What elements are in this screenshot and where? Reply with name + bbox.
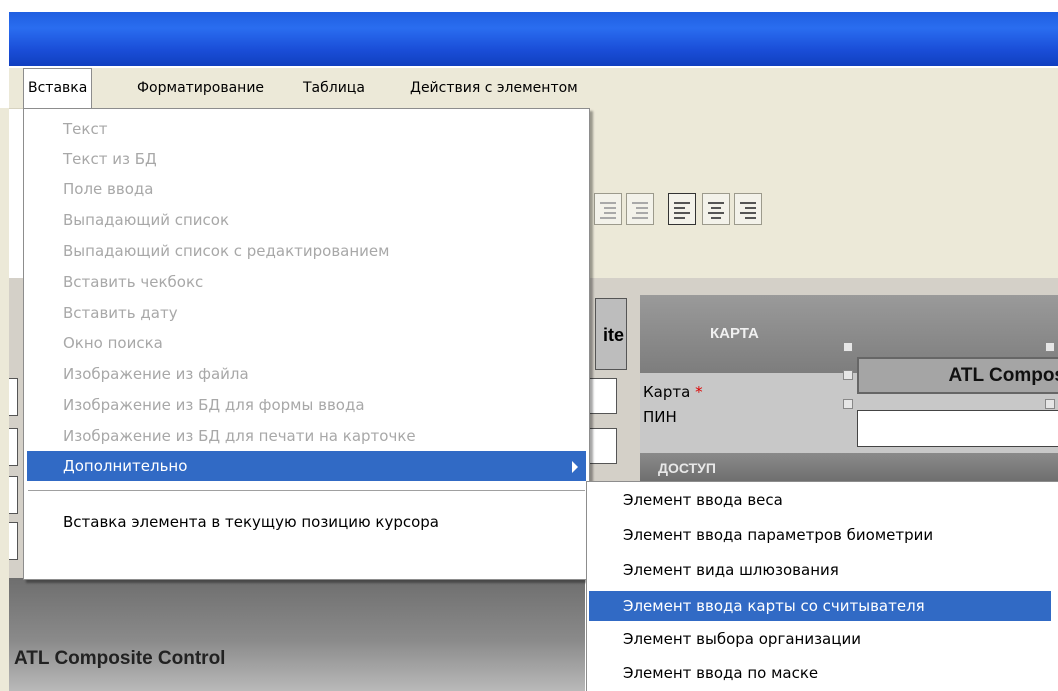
submenu-item-organization-select[interactable]: Элемент выбора организации	[587, 624, 1058, 654]
submenu-item-gateway-type[interactable]: Элемент вида шлюзования	[587, 555, 1058, 585]
menu-item-additional-label: Дополнительно	[63, 457, 188, 475]
menu-formatting[interactable]: Форматирование	[133, 68, 268, 108]
menu-item-additional[interactable]: Дополнительно	[27, 451, 586, 481]
menu-element-actions[interactable]: Действия с элементом	[406, 68, 582, 108]
composite-control-label: ATL Composite Control	[14, 648, 226, 669]
form-input-stub[interactable]	[9, 476, 18, 514]
resize-handle[interactable]	[1045, 399, 1055, 409]
menu-item-text-from-db[interactable]: Текст из БД	[24, 144, 589, 174]
menu-item-image-from-file[interactable]: Изображение из файла	[24, 359, 589, 389]
resize-handle[interactable]	[843, 370, 853, 380]
submenu-item-biometric-input[interactable]: Элемент ввода параметров биометрии	[587, 520, 1058, 550]
card-section-title: КАРТА	[710, 325, 759, 342]
increase-indent-button[interactable]	[626, 193, 654, 225]
additional-submenu: Элемент ввода веса Элемент ввода парамет…	[586, 481, 1058, 691]
pin-field-label: ПИН	[643, 408, 677, 426]
title-bar-fill	[9, 12, 1058, 66]
form-input-stub[interactable]	[9, 522, 18, 560]
composite-control-band	[9, 578, 585, 691]
composite-control-fragment[interactable]: ite	[595, 298, 627, 370]
menu-item-date[interactable]: Вставить дату	[24, 298, 589, 328]
menu-item-insert-at-cursor[interactable]: Вставка элемента в текущую позицию курсо…	[24, 507, 589, 537]
access-section-title: ДОСТУП	[658, 460, 716, 476]
submenu-item-mask-input[interactable]: Элемент ввода по маске	[587, 658, 1058, 688]
submenu-item-card-reader-input[interactable]: Элемент ввода карты со считывателя	[589, 591, 1051, 621]
atl-composite-control[interactable]: ATL Compos	[857, 357, 1058, 394]
menu-item-image-db-print[interactable]: Изображение из БД для печати на карточке	[24, 421, 589, 451]
card-label-text: Карта	[643, 383, 691, 401]
title-bar	[0, 0, 1058, 68]
pin-input[interactable]	[857, 410, 1058, 447]
resize-handle[interactable]	[1045, 342, 1055, 352]
left-panel-edge	[0, 108, 9, 691]
decrease-indent-button[interactable]	[594, 193, 622, 225]
submenu-arrow-icon	[572, 461, 578, 473]
menu-item-checkbox[interactable]: Вставить чекбокс	[24, 267, 589, 297]
menu-item-search-box[interactable]: Окно поиска	[24, 328, 589, 358]
formatting-toolbar	[594, 193, 852, 231]
resize-handle[interactable]	[843, 342, 853, 352]
form-input-stub[interactable]	[9, 428, 18, 466]
menu-item-input-field[interactable]: Поле ввода	[24, 174, 589, 204]
card-field-label: Карта *	[643, 383, 703, 401]
insert-menu-dropdown: Текст Текст из БД Поле ввода Выпадающий …	[23, 108, 590, 580]
form-input-stub[interactable]	[9, 378, 18, 416]
align-center-button[interactable]	[702, 193, 730, 225]
align-right-button[interactable]	[734, 193, 762, 225]
menu-insert[interactable]: Вставка	[23, 68, 93, 109]
align-left-button[interactable]	[668, 193, 696, 225]
menu-separator	[28, 490, 585, 492]
menu-item-text[interactable]: Текст	[24, 114, 589, 144]
menu-bar: Вставка Форматирование Таблица Действия …	[9, 68, 1058, 109]
menu-item-image-db-form[interactable]: Изображение из БД для формы ввода	[24, 390, 589, 420]
submenu-item-weight-input[interactable]: Элемент ввода веса	[587, 485, 1058, 515]
menu-item-dropdown-list[interactable]: Выпадающий список	[24, 205, 589, 235]
menu-table[interactable]: Таблица	[299, 68, 369, 108]
resize-handle[interactable]	[843, 399, 853, 409]
menu-item-editable-dropdown[interactable]: Выпадающий список с редактированием	[24, 236, 589, 266]
required-mark: *	[695, 383, 703, 401]
